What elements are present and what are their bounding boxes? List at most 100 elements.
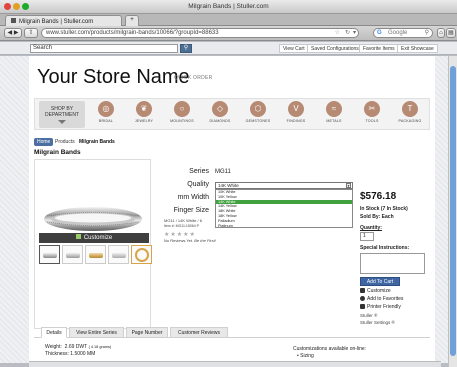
saved-configurations-link[interactable]: Saved Configurations	[307, 44, 363, 53]
product-image[interactable]	[34, 159, 151, 329]
select-arrow-icon: ▾	[346, 183, 351, 188]
thumbnail-ring-image	[112, 253, 126, 258]
customize-icon	[75, 234, 81, 239]
thumbnail-4[interactable]	[108, 245, 129, 264]
site-search-button[interactable]: ⚲	[180, 44, 192, 53]
weight-row: Weight: 2.69 DWT ( 4.18 grams)	[45, 344, 112, 350]
thumbnail-2[interactable]	[62, 245, 83, 264]
quality-select[interactable]: 14K White ▾	[215, 182, 353, 189]
mm-width-label: mm Width	[177, 194, 210, 201]
thumbnail-ring-image	[43, 253, 57, 258]
necklace-icon: ❦	[136, 101, 152, 117]
quality-option[interactable]: Platinum	[216, 224, 352, 229]
store-name[interactable]: Your Store Name	[37, 66, 190, 89]
shop-by-department-button[interactable]: SHOP BY DEPARTMENT	[39, 101, 85, 128]
category-gemstones[interactable]: ⬡ GEMSTONES	[241, 101, 275, 123]
web-search-placeholder: Google	[388, 30, 408, 36]
product-title: Milgrain Bands	[34, 149, 81, 156]
breadcrumb-home[interactable]: Home	[34, 138, 54, 146]
home-icon: ⌂	[439, 30, 443, 36]
window-titlebar: Milgrain Bands | Stuller.com	[0, 0, 457, 14]
browser-tab-active[interactable]: Milgrain Bands | Stuller.com	[5, 15, 122, 26]
stock-status: In Stock (7 In Stock)	[360, 206, 408, 212]
quantity-input[interactable]: 1	[360, 232, 374, 241]
menu-icon: ▤	[448, 30, 454, 36]
category-tools[interactable]: ✂ TOOLS	[355, 101, 389, 123]
breadcrumb-products[interactable]: Products	[52, 138, 78, 146]
series-value: MG11	[215, 169, 231, 175]
browser-toolbar: ◀ ▶ ⇧ www.stuller.com/products/milgrain-…	[0, 26, 457, 41]
address-bar[interactable]: www.stuller.com/products/milgrain-bands/…	[41, 28, 359, 38]
google-icon: G	[377, 30, 382, 36]
exit-showcase-link[interactable]: Exit Showcase	[397, 44, 438, 53]
category-packaging[interactable]: T PACKAGING	[393, 101, 427, 123]
stuller-settings-link[interactable]: Stuller Settings ®	[360, 320, 395, 325]
bookmark-star-icon[interactable]: ☆	[335, 29, 340, 37]
back-arrow-icon[interactable]: ◀	[8, 30, 13, 36]
category-mountings[interactable]: ○ MOUNTINGS	[165, 101, 199, 123]
gemstone-icon: ⬡	[250, 101, 266, 117]
tab-page-number[interactable]: Page Number	[126, 327, 168, 338]
no-reviews-text: No Reviews Yet.	[164, 238, 194, 243]
magnifier-icon: ⚲	[424, 30, 429, 36]
tab-customer-reviews[interactable]: Customer Reviews	[170, 327, 228, 338]
site-search-input[interactable]: Search	[30, 44, 178, 53]
tab-details[interactable]: Details	[41, 327, 67, 338]
vertical-scrollbar[interactable]	[448, 56, 457, 367]
breadcrumb-current: Milgrain Bands	[79, 139, 115, 145]
thumbnail-ring-image	[66, 253, 80, 258]
heart-icon	[360, 296, 365, 301]
thickness-value: 1.5000 MM	[70, 351, 96, 357]
view-cart-link[interactable]: View Cart	[279, 44, 309, 53]
reload-icon[interactable]: ↻	[345, 29, 350, 37]
configuration-summary: MG11 / 14K White / 6	[164, 218, 202, 223]
diamond-icon: ◇	[212, 101, 228, 117]
special-instructions-textarea[interactable]	[360, 253, 425, 274]
category-findings[interactable]: V FINDINGS	[279, 101, 313, 123]
mounting-icon: ○	[174, 101, 190, 117]
customize-icon	[360, 288, 365, 293]
browser-tab-bar: Milgrain Bands | Stuller.com +	[0, 14, 457, 26]
customize-button[interactable]: Customize	[39, 233, 149, 243]
caret-down-icon	[58, 120, 66, 124]
add-to-cart-button[interactable]: Add To Cart	[360, 277, 400, 286]
tab-title: Milgrain Bands | Stuller.com	[19, 19, 94, 25]
finger-size-label: Finger Size	[173, 207, 209, 214]
sold-by: Sold By: Each	[360, 214, 394, 220]
thumbnail-1[interactable]	[39, 245, 60, 264]
thumbnail-3[interactable]	[85, 245, 106, 264]
printer-friendly-link[interactable]: Printer Friendly	[360, 304, 401, 310]
customizations-heading: Customizations available on-line:	[293, 346, 367, 352]
add-to-favorites-link[interactable]: Add to Favorites	[360, 296, 403, 302]
tab-view-entire-series[interactable]: View Entire Series	[69, 327, 124, 338]
share-button[interactable]: ⇧	[24, 28, 38, 38]
category-jewelry[interactable]: ❦ JEWELRY	[127, 101, 161, 123]
favorite-items-link[interactable]: Favorite Items	[359, 44, 399, 53]
menu-button[interactable]: ▤	[446, 28, 456, 38]
rating-stars: ★★★★★	[164, 232, 196, 238]
findings-icon: V	[288, 101, 304, 117]
weight-value: 2.69 DWT	[64, 344, 88, 350]
web-search-field[interactable]: G Google ⚲	[373, 28, 433, 38]
customization-item: • Sizing	[297, 353, 314, 359]
thumbnail-5[interactable]	[131, 245, 152, 264]
customize-link[interactable]: Customize	[360, 288, 391, 294]
horizontal-scrollbar[interactable]	[29, 361, 441, 367]
quality-selected-value: 14K White	[218, 183, 239, 188]
category-diamonds[interactable]: ◇ DIAMONDS	[203, 101, 237, 123]
category-metals[interactable]: ≈ METALS	[317, 101, 351, 123]
home-button[interactable]: ⌂	[437, 28, 445, 38]
dropdown-icon[interactable]: ▾	[353, 29, 356, 37]
category-bridal[interactable]: ◎ BRIDAL	[89, 101, 123, 123]
back-forward-buttons[interactable]: ◀ ▶	[4, 28, 22, 38]
quality-dropdown-list[interactable]: 10K White 10K Yellow 14K White 14K Yello…	[215, 189, 353, 228]
scrollbar-thumb[interactable]	[450, 66, 456, 356]
printer-icon	[360, 304, 365, 309]
forward-arrow-icon[interactable]: ▶	[14, 30, 19, 36]
be-first-link[interactable]: Be the First!	[194, 238, 216, 243]
packaging-icon: T	[402, 101, 418, 117]
new-tab-button[interactable]: +	[125, 15, 139, 26]
quick-order-link[interactable]: QUICK ORDER	[174, 75, 213, 81]
thumbnail-ring-front-image	[135, 248, 149, 262]
stuller-link[interactable]: Stuller ®	[360, 313, 377, 318]
